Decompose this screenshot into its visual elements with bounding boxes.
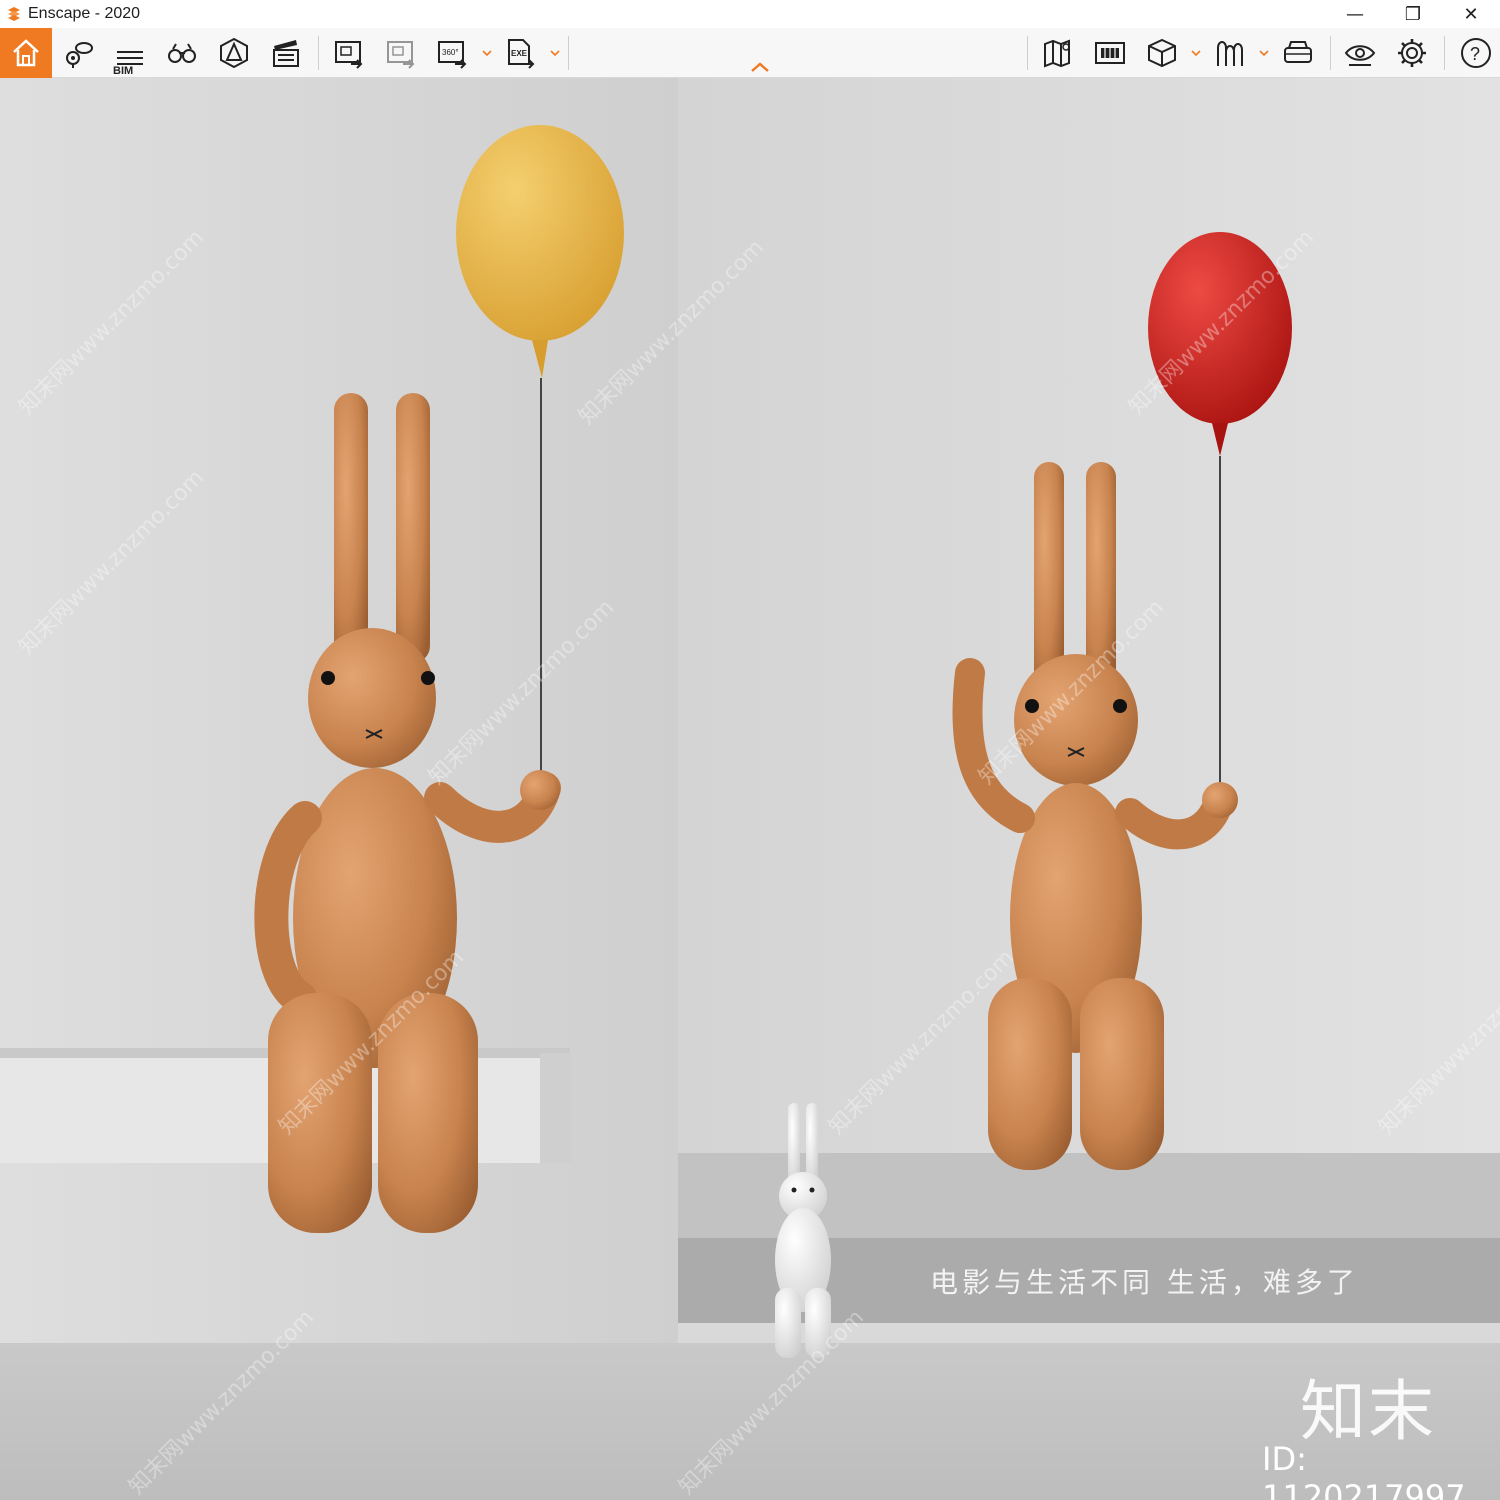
scene-caption: 电影与生活不同 生活，难多了	[930, 1266, 1359, 1299]
views-icon	[66, 42, 93, 68]
toolbar-separator	[1330, 36, 1331, 70]
assets-icon	[220, 37, 248, 69]
left-shelf-side	[540, 1053, 572, 1163]
chevron-down-icon	[1259, 50, 1269, 57]
settings-gear-icon	[1398, 39, 1426, 67]
home-button[interactable]	[0, 28, 52, 78]
toolbar-separator	[568, 36, 569, 70]
export-exe-dropdown[interactable]	[549, 46, 561, 60]
assets-button[interactable]	[214, 34, 254, 72]
views-button[interactable]	[58, 34, 98, 72]
enscape-window: Enscape - 2020 — ❐ ✕ BIM 360° EXE ? 知末网w…	[0, 0, 1500, 1500]
export-exe-button[interactable]: EXE	[500, 34, 540, 72]
chevron-down-icon	[482, 50, 492, 57]
collaboration-dropdown[interactable]	[1258, 46, 1270, 60]
help-label: ?	[1470, 44, 1480, 64]
window-controls: — ❐ ✕	[1326, 0, 1500, 28]
map-button[interactable]	[1038, 34, 1078, 72]
enscape-logo-icon	[8, 7, 20, 21]
video-editor-button[interactable]	[266, 34, 306, 72]
eye-icon	[1344, 45, 1376, 66]
map-icon	[1044, 39, 1070, 68]
cube-dropdown[interactable]	[1190, 46, 1202, 60]
title-bar: Enscape - 2020 — ❐ ✕	[0, 0, 1500, 28]
export-360-icon: 360°	[438, 41, 467, 69]
export-360-dropdown[interactable]	[481, 46, 493, 60]
close-button[interactable]: ✕	[1442, 0, 1500, 28]
watermark-id: ID: 1120217997	[1262, 1440, 1466, 1500]
main-toolbar: BIM 360° EXE ?	[0, 28, 1500, 78]
restore-button[interactable]: ❐	[1384, 0, 1442, 28]
material-button[interactable]	[1090, 34, 1130, 72]
chevron-down-icon	[550, 50, 560, 57]
home-icon	[13, 39, 39, 67]
cube-button[interactable]	[1142, 34, 1182, 72]
video-editor-icon	[273, 40, 299, 67]
vr-headset-button[interactable]	[1278, 34, 1318, 72]
help-icon: ?	[1461, 38, 1491, 68]
cube-icon	[1148, 38, 1176, 68]
chevron-down-icon	[1191, 50, 1201, 57]
collaboration-icon	[1217, 41, 1243, 66]
render-viewport[interactable]: 知末网www.znzmo.com 知末网www.znzmo.com 知末网www…	[0, 78, 1500, 1500]
settings-button[interactable]	[1392, 34, 1432, 72]
toolbar-separator	[1444, 36, 1445, 70]
export-360-button[interactable]: 360°	[432, 34, 472, 72]
material-icon	[1095, 42, 1125, 64]
bim-icon	[117, 51, 143, 65]
collapse-toolbar-button[interactable]	[746, 58, 774, 76]
export-360-label: 360°	[442, 48, 459, 57]
binoculars-button[interactable]	[162, 34, 202, 72]
batch-render-button[interactable]	[380, 34, 420, 72]
collaboration-button[interactable]	[1210, 34, 1250, 72]
export-exe-label: EXE	[511, 49, 528, 58]
vr-headset-icon	[1284, 41, 1312, 63]
binoculars-icon	[168, 43, 196, 63]
window-title: Enscape - 2020	[28, 5, 141, 22]
bim-button[interactable]	[110, 34, 150, 72]
chevron-up-icon	[751, 62, 769, 72]
export-exe-icon: EXE	[508, 39, 535, 69]
screenshot-button[interactable]	[328, 34, 368, 72]
visibility-button[interactable]	[1340, 34, 1380, 72]
screenshot-icon	[335, 41, 363, 69]
toolbar-separator	[1027, 36, 1028, 70]
toolbar-separator	[318, 36, 319, 70]
help-button[interactable]: ?	[1456, 34, 1496, 72]
batch-render-icon	[387, 41, 415, 69]
minimize-button[interactable]: —	[1326, 0, 1384, 28]
